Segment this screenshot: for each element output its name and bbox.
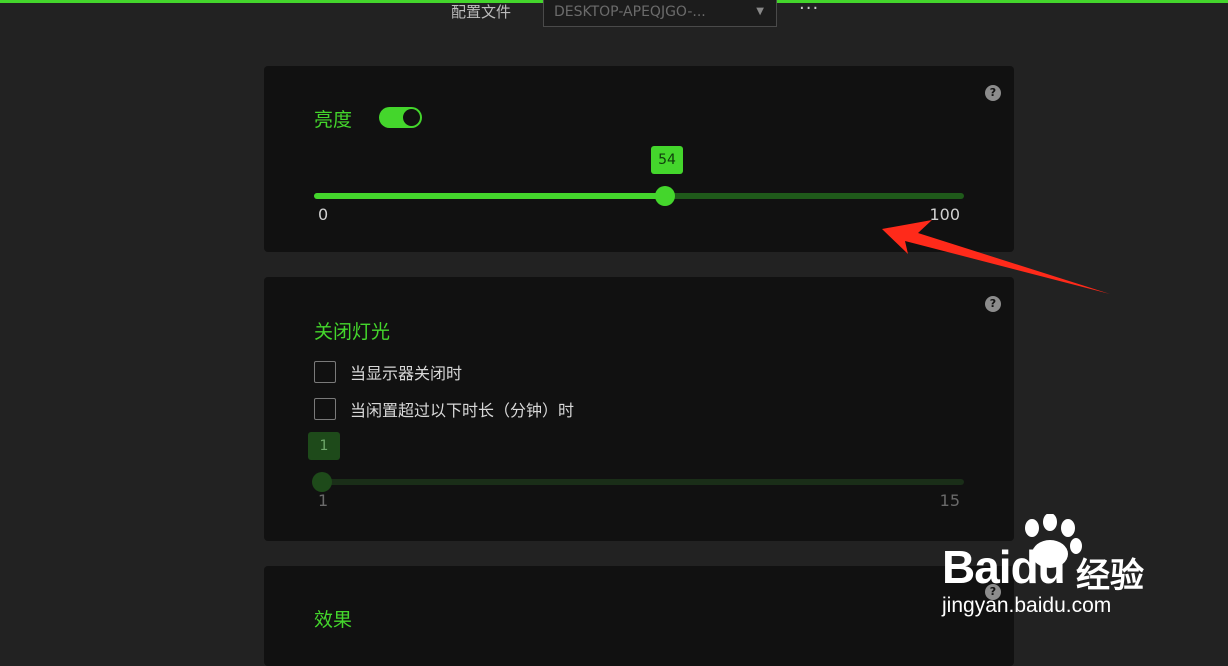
baidu-jingyan-watermark: Baidu 经验 jingyan.baidu.com bbox=[940, 514, 1170, 624]
watermark-url: jingyan.baidu.com bbox=[942, 594, 1112, 617]
watermark-brand: Baidu bbox=[942, 541, 1066, 593]
watermark-cn: 经验 bbox=[1076, 556, 1144, 596]
